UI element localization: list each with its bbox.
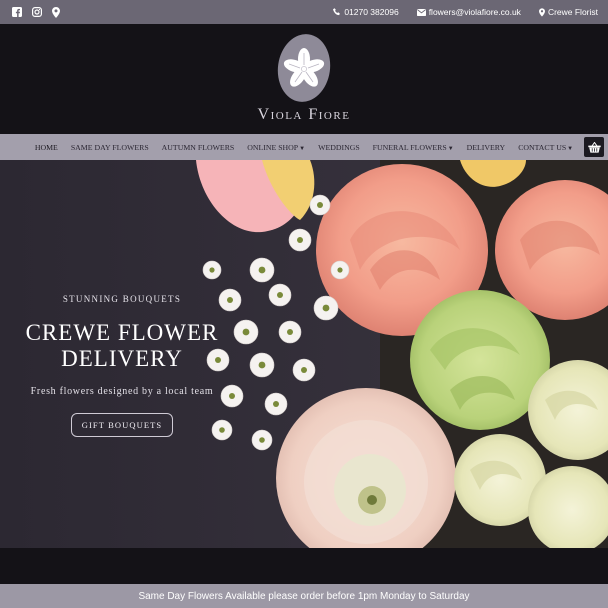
hero-banner: STUNNING BOUQUETS CREWE FLOWER DELIVERY … (0, 160, 608, 548)
nav-menu: Home Same Day Flowers Autumn Flowers Onl… (28, 143, 579, 152)
email-contact[interactable]: flowers@violafiore.co.uk (416, 7, 521, 17)
envelope-icon (416, 8, 426, 16)
facebook-icon[interactable] (12, 7, 22, 17)
nav-item-same-day-flowers[interactable]: Same Day Flowers (64, 143, 155, 152)
site-header: Viola Fiore (0, 24, 608, 134)
nav-item-funeral-flowers[interactable]: Funeral Flowers▼ (366, 143, 460, 152)
nav-item-contact-us[interactable]: Contact Us▼ (512, 143, 580, 152)
notice-bar: Same Day Flowers Available please order … (0, 584, 608, 608)
contact-info: 01270 382096 flowers@violafiore.co.uk Cr… (333, 7, 598, 17)
top-bar: 01270 382096 flowers@violafiore.co.uk Cr… (0, 0, 608, 24)
nav-label: Weddings (318, 142, 360, 152)
nav-item-home[interactable]: Home (28, 143, 64, 152)
notice-text: Same Day Flowers Available please order … (138, 590, 470, 602)
email-address: flowers@violafiore.co.uk (428, 7, 521, 17)
caret-down-icon: ▼ (447, 145, 454, 152)
location-contact[interactable]: Crewe Florist (538, 7, 598, 17)
viola-fiore-logo-icon[interactable] (276, 32, 332, 104)
gift-bouquets-button[interactable]: GIFT BOUQUETS (70, 413, 174, 437)
location-pin-icon (538, 7, 545, 17)
nav-item-autumn-flowers[interactable]: Autumn Flowers (155, 143, 241, 152)
hero-subtitle: Fresh flowers designed by a local team (30, 386, 214, 397)
nav-item-delivery[interactable]: Delivery (460, 143, 512, 152)
hero-title-line1: CREWE FLOWER (25, 320, 219, 345)
instagram-icon[interactable] (32, 7, 42, 17)
phone-icon (333, 8, 341, 16)
nav-label: Home (34, 142, 58, 152)
caret-down-icon: ▼ (299, 145, 306, 152)
phone-contact[interactable]: 01270 382096 (333, 7, 399, 17)
phone-number: 01270 382096 (344, 7, 399, 17)
nav-label: Autumn Flowers (161, 142, 235, 152)
hero-content: STUNNING BOUQUETS CREWE FLOWER DELIVERY … (20, 294, 224, 437)
basket-button[interactable] (584, 137, 604, 157)
nav-label: Delivery (466, 142, 506, 152)
nav-label: Contact Us (518, 142, 567, 152)
caret-down-icon: ▼ (567, 145, 574, 152)
nav-item-online-shop[interactable]: Online Shop▼ (241, 143, 312, 152)
nav-item-weddings[interactable]: Weddings (312, 143, 367, 152)
nav-label: Same Day Flowers (70, 142, 149, 152)
hero-kicker: STUNNING BOUQUETS (62, 294, 182, 304)
hero-title: CREWE FLOWER DELIVERY (20, 320, 224, 372)
social-links (12, 6, 60, 18)
brand-name[interactable]: Viola Fiore (258, 106, 351, 124)
nav-label: Online Shop (247, 142, 299, 152)
spacer (0, 548, 608, 584)
map-pin-icon[interactable] (52, 6, 60, 18)
hero-title-line2: DELIVERY (61, 346, 183, 371)
nav-label: Funeral Flowers (372, 142, 447, 152)
main-nav: Home Same Day Flowers Autumn Flowers Onl… (0, 134, 608, 160)
location-label: Crewe Florist (547, 7, 598, 17)
basket-icon (587, 141, 601, 153)
